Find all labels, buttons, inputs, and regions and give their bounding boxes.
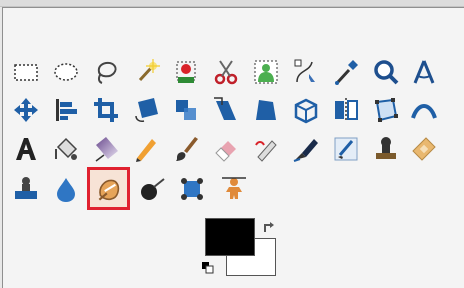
water-drop-icon [57, 178, 75, 202]
scale-icon [176, 100, 196, 120]
move-tool[interactable] [9, 93, 43, 127]
shear-tool[interactable] [209, 93, 243, 127]
blend-tool[interactable] [89, 132, 123, 166]
text-a-icon [16, 138, 36, 160]
rect-select-tool[interactable] [9, 55, 43, 89]
pencil-icon [136, 139, 156, 162]
lasso-icon [97, 61, 117, 84]
color-picker-tool[interactable] [329, 55, 363, 89]
clone-tool[interactable] [369, 132, 403, 166]
default-colors-icon[interactable] [202, 262, 214, 274]
dodge-burn-icon [141, 178, 165, 200]
warp-icon [411, 104, 437, 119]
rect-select-icon [14, 64, 38, 81]
smudge-tool[interactable] [175, 172, 209, 206]
paintbrush-icon [176, 137, 198, 161]
scissors-select-tool[interactable] [209, 55, 243, 89]
fg-bg-color-area [202, 216, 282, 276]
scissors-icon [214, 60, 238, 85]
bucket-fill-tool[interactable] [49, 132, 83, 166]
align-tool[interactable] [49, 93, 83, 127]
perspective-stamp-icon [15, 177, 37, 199]
heal-tool-alt[interactable] [407, 132, 441, 166]
heal-tool[interactable] [87, 167, 130, 210]
magic-wand-icon [138, 59, 160, 82]
perspective-clone-tool[interactable] [9, 172, 43, 206]
airbrush-tool[interactable] [249, 132, 283, 166]
swap-colors-icon[interactable] [262, 220, 276, 234]
rotate-icon [135, 98, 158, 122]
align-icon [56, 99, 77, 121]
flip-tool[interactable] [329, 93, 363, 127]
paint-bucket-icon [55, 137, 78, 160]
toolbox-title-strip [0, 0, 464, 7]
paths-tool[interactable] [289, 55, 323, 89]
color-select-icon [176, 61, 196, 83]
color-select-tool[interactable] [169, 55, 203, 89]
ink-tool[interactable] [289, 132, 323, 166]
unified-transform-tool[interactable] [217, 172, 251, 206]
crop-icon [94, 98, 118, 122]
foreground-color-swatch[interactable] [205, 218, 255, 256]
bandage-icon [412, 137, 436, 161]
eyedropper-icon [335, 60, 358, 85]
crop-tool[interactable] [89, 93, 123, 127]
paths-icon [294, 59, 315, 83]
foreground-select-tool[interactable] [249, 55, 283, 89]
pencil-tool[interactable] [129, 132, 163, 166]
cage-transform-tool[interactable] [369, 93, 403, 127]
flip-icon [335, 98, 358, 122]
eraser-icon [215, 141, 236, 162]
ellipse-select-tool[interactable] [49, 55, 83, 89]
magnifier-icon [374, 60, 399, 85]
compass-icon [413, 60, 435, 84]
text-tool[interactable] [9, 132, 43, 166]
measure-tool[interactable] [407, 55, 441, 89]
eraser-tool[interactable] [209, 132, 243, 166]
airbrush-icon [255, 140, 277, 162]
gradient-icon [95, 137, 118, 162]
fuzzy-select-tool[interactable] [129, 55, 163, 89]
move-arrows-icon [14, 98, 38, 122]
rotate-tool[interactable] [129, 93, 163, 127]
dodge-burn-tool[interactable] [135, 172, 169, 206]
mypaint-brush-icon [334, 137, 358, 161]
foreground-select-icon [254, 60, 278, 84]
perspective-icon [256, 100, 276, 120]
stamp-icon [376, 137, 396, 159]
mypaint-brush-tool[interactable] [329, 132, 363, 166]
perspective-tool[interactable] [249, 93, 283, 127]
ink-pen-icon [293, 139, 318, 162]
free-select-tool[interactable] [89, 55, 123, 89]
ellipse-select-icon [54, 63, 78, 81]
blur-sharpen-tool[interactable] [49, 172, 83, 206]
cube-icon [294, 98, 318, 124]
heal-brush-icon [98, 179, 119, 201]
warp-transform-tool[interactable] [407, 93, 441, 127]
smudge-icon [181, 178, 203, 200]
scale-tool[interactable] [169, 93, 203, 127]
paintbrush-tool[interactable] [169, 132, 203, 166]
shear-icon [214, 97, 236, 120]
zoom-tool[interactable] [369, 55, 403, 89]
3d-transform-tool[interactable] [289, 93, 323, 127]
cage-icon [375, 98, 398, 122]
gingerbread-icon [222, 177, 246, 199]
